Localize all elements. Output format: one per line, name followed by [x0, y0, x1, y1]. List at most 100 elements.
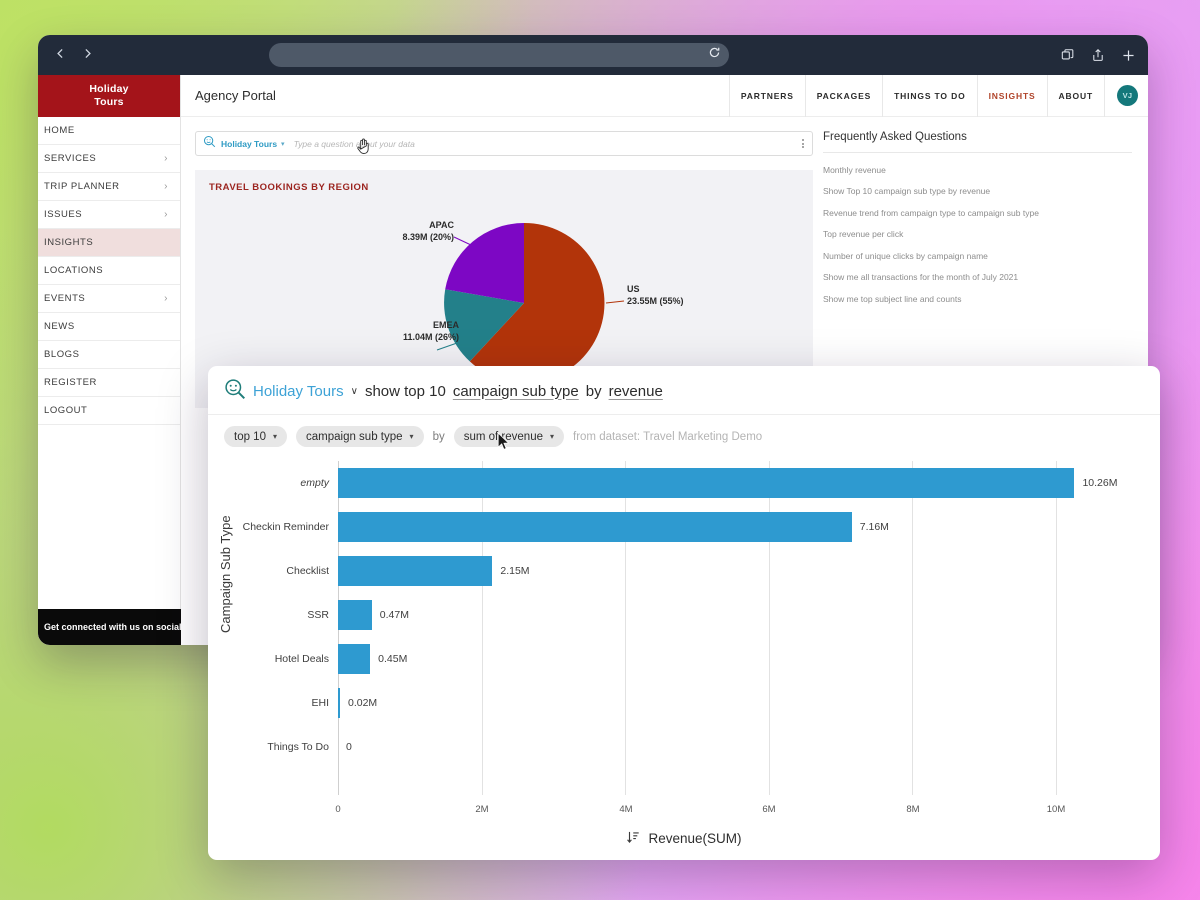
chevron-down-icon[interactable]: ∨ — [351, 386, 358, 397]
bar-fill[interactable] — [338, 600, 372, 630]
sidebar-item-label: TRIP PLANNER — [44, 181, 120, 192]
bar-category-label: Checkin Reminder — [243, 521, 329, 533]
browser-toolbar — [38, 35, 1148, 75]
leader-line-emea — [437, 343, 457, 350]
modal-header: Holiday Tours ∨ show top 10 campaign sub… — [208, 366, 1160, 447]
bar-row[interactable]: Things To Do 0 — [338, 732, 1142, 762]
page-body: Holiday Tours ▾ Type a question about yo… — [181, 117, 1148, 408]
ask-data-icon — [203, 135, 216, 153]
pill-label: campaign sub type — [306, 431, 403, 443]
bar-fill[interactable] — [338, 512, 852, 542]
left-sidebar: Holiday Tours HOME SERVICES › TRIP PLANN… — [38, 75, 181, 645]
pie-label-us-value: 23.55M (55%) — [627, 295, 684, 307]
top-navigation: PARTNERS PACKAGES THINGS TO DO INSIGHTS … — [729, 75, 1148, 117]
x-tick-label: 2M — [475, 804, 488, 815]
bar-row[interactable]: Hotel Deals 0.45M — [338, 644, 1142, 674]
x-tick-label: 4M — [619, 804, 632, 815]
pill-top-10[interactable]: top 10 ▾ — [224, 426, 287, 447]
x-tick-label: 10M — [1047, 804, 1065, 815]
modal-datasource[interactable]: Holiday Tours — [253, 383, 344, 400]
bar-value-label: 10.26M — [1082, 477, 1117, 489]
modal-filter-pills: top 10 ▾ campaign sub type ▾ by sum of r… — [224, 415, 1144, 447]
pie-label-us-name: US — [627, 283, 684, 295]
faq-item[interactable]: Revenue trend from campaign type to camp… — [823, 196, 1132, 218]
topnav-packages[interactable]: PACKAGES — [805, 75, 882, 117]
topnav-things-to-do[interactable]: THINGS TO DO — [882, 75, 976, 117]
sidebar-item-insights[interactable]: INSIGHTS — [38, 229, 180, 257]
topnav-insights[interactable]: INSIGHTS — [977, 75, 1047, 117]
sidebar-item-logout[interactable]: LOGOUT — [38, 397, 180, 425]
faq-item[interactable]: Top revenue per click — [823, 218, 1132, 240]
sidebar-item-label: BLOGS — [44, 349, 80, 360]
sidebar-item-services[interactable]: SERVICES › — [38, 145, 180, 173]
pie-chart-title: TRAVEL BOOKINGS BY REGION — [209, 182, 799, 193]
ask-data-icon — [224, 378, 246, 404]
back-icon[interactable] — [54, 47, 67, 63]
faq-item[interactable]: Number of unique clicks by campaign name — [823, 239, 1132, 261]
bar-fill[interactable] — [338, 556, 492, 586]
site-logo[interactable]: Holiday Tours — [38, 75, 180, 117]
sidebar-item-events[interactable]: EVENTS › — [38, 285, 180, 313]
faq-title: Frequently Asked Questions — [823, 131, 1132, 153]
sidebar-item-register[interactable]: REGISTER — [38, 369, 180, 397]
pie-label-emea: EMEA 11.04M (26%) — [339, 319, 459, 343]
bar-row[interactable]: EHI 0.02M — [338, 688, 1142, 718]
pill-label: sum of revenue — [464, 431, 543, 443]
forward-icon[interactable] — [81, 47, 94, 63]
pie-slice-apac[interactable] — [445, 223, 524, 303]
pill-connector-by: by — [433, 431, 445, 443]
topnav-about[interactable]: ABOUT — [1047, 75, 1104, 117]
x-tick-label: 6M — [762, 804, 775, 815]
modal-query-dimension[interactable]: campaign sub type — [453, 383, 579, 400]
bar-fill[interactable] — [338, 468, 1074, 498]
chevron-down-icon[interactable]: ▾ — [281, 140, 285, 148]
bar-fill[interactable] — [338, 688, 340, 718]
sidebar-item-home[interactable]: HOME — [38, 117, 180, 145]
sidebar-item-locations[interactable]: LOCATIONS — [38, 257, 180, 285]
sidebar-item-label: LOGOUT — [44, 405, 87, 416]
ask-data-datasource[interactable]: Holiday Tours — [221, 139, 277, 149]
faq-item[interactable]: Monthly revenue — [823, 153, 1132, 175]
plus-icon[interactable] — [1121, 48, 1136, 63]
modal-query-prefix: show top 10 — [365, 383, 446, 400]
sidebar-item-news[interactable]: NEWS — [38, 313, 180, 341]
pill-campaign-sub-type[interactable]: campaign sub type ▾ — [296, 426, 424, 447]
faq-item[interactable]: Show Top 10 campaign sub type by revenue — [823, 175, 1132, 197]
avatar-container[interactable]: VJ — [1104, 75, 1148, 117]
bar-value-label: 0.45M — [378, 653, 407, 665]
sidebar-item-label: EVENTS — [44, 293, 85, 304]
sidebar-item-trip-planner[interactable]: TRIP PLANNER › — [38, 173, 180, 201]
avatar[interactable]: VJ — [1117, 85, 1138, 106]
tabs-icon[interactable] — [1061, 48, 1075, 62]
leader-line-us — [606, 301, 624, 303]
faq-item[interactable]: Show me all transactions for the month o… — [823, 261, 1132, 283]
sidebar-item-label: NEWS — [44, 321, 75, 332]
faq-item[interactable]: Show me top subject line and counts — [823, 282, 1132, 304]
share-icon[interactable] — [1091, 48, 1105, 62]
y-axis-title: Campaign Sub Type — [218, 515, 233, 633]
bar-fill[interactable] — [338, 644, 370, 674]
logo-line-1: Holiday — [89, 83, 128, 96]
bar-row[interactable]: empty 10.26M — [338, 468, 1142, 498]
bar-category-label: SSR — [307, 609, 329, 621]
topnav-partners[interactable]: PARTNERS — [729, 75, 805, 117]
modal-query-measure[interactable]: revenue — [609, 383, 663, 400]
sidebar-item-blogs[interactable]: BLOGS — [38, 341, 180, 369]
page-title: Agency Portal — [195, 88, 276, 103]
sidebar-item-label: ISSUES — [44, 209, 82, 220]
ask-data-input[interactable]: Type a question about your data — [294, 139, 415, 149]
ask-data-search-bar[interactable]: Holiday Tours ▾ Type a question about yo… — [195, 131, 813, 156]
bar-row[interactable]: Checklist 2.15M — [338, 556, 1142, 586]
x-tick-label: 8M — [906, 804, 919, 815]
address-bar[interactable] — [269, 43, 729, 67]
bar-row[interactable]: SSR 0.47M — [338, 600, 1142, 630]
sort-descending-icon[interactable] — [626, 830, 640, 847]
dataset-note: from dataset: Travel Marketing Demo — [573, 431, 762, 443]
reload-icon[interactable] — [708, 46, 721, 64]
bar-row[interactable]: Checkin Reminder 7.16M — [338, 512, 1142, 542]
pill-label: top 10 — [234, 431, 266, 443]
bar-category-label: empty — [300, 477, 329, 489]
kebab-menu-icon[interactable] — [802, 138, 804, 150]
pill-sum-of-revenue[interactable]: sum of revenue ▾ — [454, 426, 564, 447]
sidebar-item-issues[interactable]: ISSUES › — [38, 201, 180, 229]
